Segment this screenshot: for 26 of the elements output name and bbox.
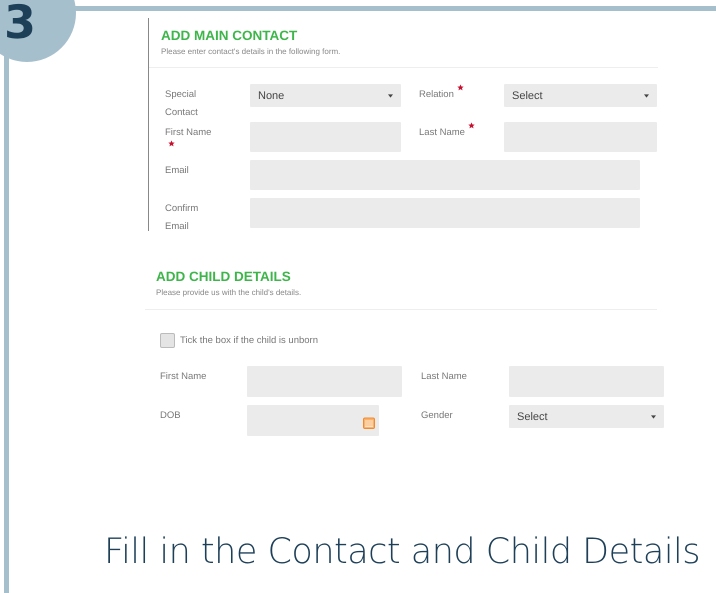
field-label: DOB	[160, 410, 181, 421]
caret-icon	[644, 94, 649, 98]
field-label: First Name	[160, 371, 206, 382]
calendar-icon[interactable]	[363, 416, 375, 428]
field-label: Confirm Email	[165, 203, 198, 232]
caret-icon	[651, 414, 656, 418]
caret-icon	[388, 94, 393, 98]
field-label: Relation	[419, 89, 454, 100]
field-label: Email	[165, 165, 189, 176]
section-subtitle: Please provide us with the child's details.	[156, 287, 302, 298]
select-field[interactable]: None	[250, 84, 401, 107]
section-title: ADD CHILD DETAILS	[156, 269, 292, 285]
checkbox[interactable]	[160, 333, 175, 348]
field-label: First Name	[165, 127, 212, 138]
field-label: Gender	[421, 410, 453, 421]
caption: Fill in the Contact and Child Details	[104, 532, 700, 572]
field-label: Last Name	[419, 127, 465, 138]
step-number: 3	[4, 2, 36, 42]
section-subtitle: Please enter contact's details in the following form.	[161, 46, 342, 57]
field-label: Last Name	[421, 371, 467, 382]
section-title: ADD MAIN CONTACT	[161, 28, 298, 44]
field-label: Special Contact	[165, 89, 198, 118]
date-field[interactable]	[247, 405, 379, 436]
checkbox-label: Tick the box if the child is unborn	[180, 335, 318, 346]
select-field[interactable]: Select	[509, 405, 664, 428]
select-field[interactable]: Select	[504, 84, 657, 107]
